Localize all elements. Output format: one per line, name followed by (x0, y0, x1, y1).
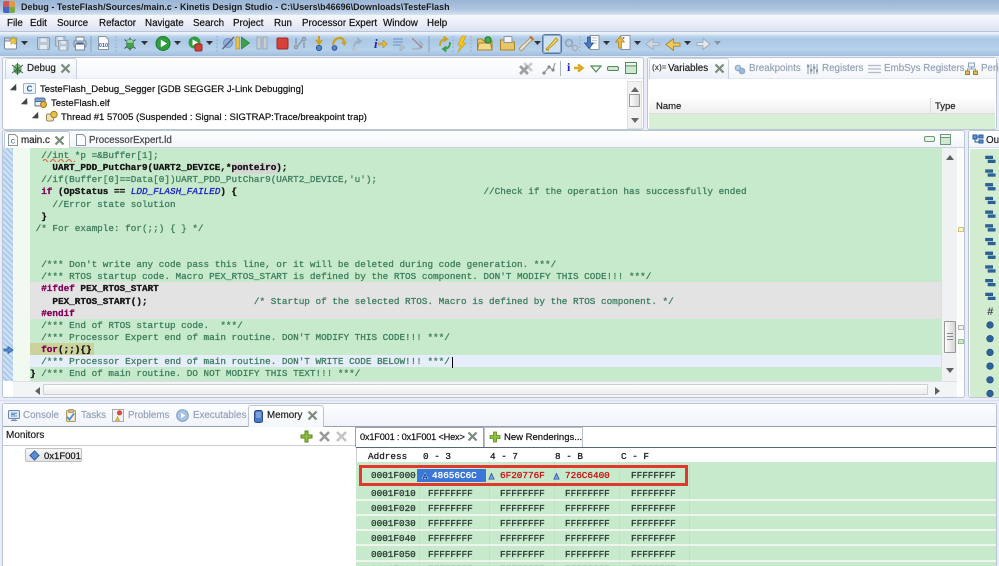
svg-text:#: # (987, 307, 994, 319)
svg-text:c: c (11, 138, 16, 147)
svg-text:i: i (374, 36, 378, 51)
svg-text:C: C (27, 85, 33, 94)
svg-text:010: 010 (99, 43, 108, 49)
